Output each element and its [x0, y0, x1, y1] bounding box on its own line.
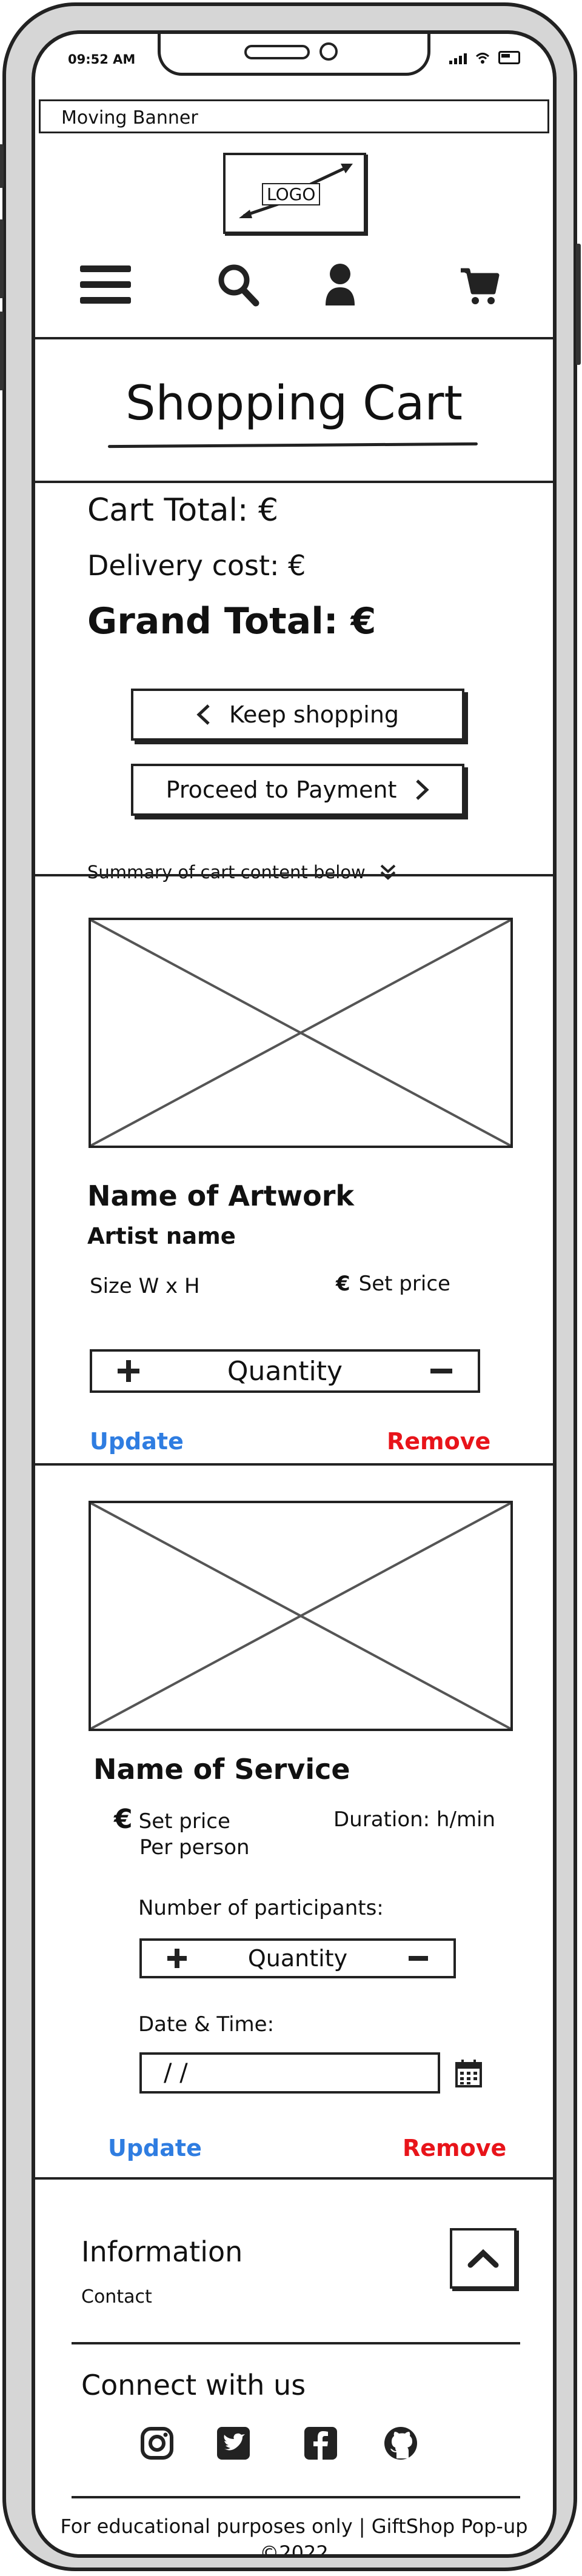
image-placeholder-icon: [90, 919, 511, 1147]
keep-shopping-button[interactable]: Keep shopping: [131, 689, 464, 741]
summary-text: Summary of cart content below: [87, 862, 366, 883]
service-remove-link[interactable]: Remove: [403, 2135, 506, 2161]
title-underline: [107, 442, 478, 449]
cart-summary-hint: Summary of cart content below: [87, 862, 397, 883]
plus-icon[interactable]: [166, 1947, 188, 1969]
plus-icon[interactable]: [116, 1359, 141, 1383]
date-time-input[interactable]: / /: [139, 2052, 440, 2094]
phone-notch: [158, 34, 430, 76]
hamburger-menu-icon[interactable]: [79, 262, 133, 308]
footer-rule-bottom: [72, 2496, 520, 2498]
logo-text: LOGO: [262, 183, 321, 205]
double-chevron-down-icon: [380, 864, 396, 880]
title-divider: [35, 481, 553, 483]
participants-quantity-stepper: Quantity: [139, 1938, 456, 1978]
artwork-quantity-stepper: Quantity: [90, 1349, 480, 1393]
euro-icon: €: [114, 1804, 133, 1835]
artwork-remove-link[interactable]: Remove: [387, 1428, 490, 1455]
artwork-price: € Set price: [336, 1272, 450, 1296]
copyright: ©2022: [259, 2541, 329, 2558]
front-camera: [319, 42, 338, 61]
minus-icon[interactable]: [429, 1359, 453, 1383]
user-icon[interactable]: [324, 262, 356, 308]
footer-divider: [35, 2177, 553, 2180]
phone-power-button: [576, 244, 581, 365]
artwork-update-link[interactable]: Update: [90, 1428, 184, 1455]
service-update-link[interactable]: Update: [108, 2135, 202, 2161]
footer-information-title: Information: [81, 2235, 243, 2268]
phone-volume-down-button: [0, 312, 4, 390]
calendar-icon[interactable]: [455, 2058, 483, 2089]
moving-banner: Moving Banner: [39, 99, 549, 133]
shopping-cart-icon[interactable]: [460, 262, 500, 308]
service-image-placeholder: [89, 1501, 513, 1731]
item-divider: [35, 1463, 553, 1466]
github-icon[interactable]: [383, 2426, 418, 2461]
wifi-icon: [475, 53, 490, 64]
cart-total: Cart Total: €: [87, 492, 279, 529]
artist-name: Artist name: [87, 1223, 236, 1249]
artwork-size: Size W x H: [90, 1274, 200, 1298]
delivery-cost: Delivery cost: €: [87, 549, 306, 582]
artwork-quantity-label[interactable]: Quantity: [227, 1356, 343, 1387]
proceed-to-payment-button[interactable]: Proceed to Payment: [131, 764, 464, 816]
service-name: Name of Service: [93, 1753, 350, 1786]
search-icon[interactable]: [217, 262, 259, 308]
phone-screen: 09:52 AM Moving Banner LOGO Shopping Car…: [32, 30, 557, 2558]
header-divider: [35, 337, 553, 339]
keep-shopping-label: Keep shopping: [229, 701, 400, 728]
per-person-label: Per person: [139, 1835, 250, 1860]
footer-contact-link[interactable]: Contact: [81, 2286, 152, 2307]
twitter-icon[interactable]: [216, 2426, 251, 2461]
speaker: [244, 45, 310, 59]
euro-icon: €: [336, 1272, 350, 1296]
date-time-value: / /: [164, 2059, 188, 2087]
footer-connect-title: Connect with us: [81, 2369, 306, 2401]
status-time: 09:52 AM: [68, 52, 136, 67]
instagram-icon[interactable]: [139, 2426, 175, 2461]
participants-quantity-label[interactable]: Quantity: [248, 1945, 347, 1972]
battery-icon: [498, 51, 520, 64]
legal-line-1: For educational purposes only | GiftShop…: [60, 2515, 528, 2538]
logo[interactable]: LOGO: [223, 153, 366, 234]
signal-icon: [449, 53, 467, 64]
legal-notice: For educational purposes only | GiftShop…: [35, 2513, 553, 2558]
service-price: € Set price: [114, 1804, 230, 1835]
summary-divider: [35, 874, 553, 876]
phone-side-button: [0, 144, 4, 188]
phone-frame: 09:52 AM Moving Banner LOGO Shopping Car…: [0, 2, 581, 2571]
footer-rule: [72, 2342, 520, 2344]
image-placeholder-icon: [90, 1502, 511, 1730]
facebook-icon[interactable]: [303, 2426, 338, 2461]
artwork-name: Name of Artwork: [87, 1180, 354, 1212]
main-nav: [72, 262, 532, 316]
date-time-label: Date & Time:: [138, 2012, 275, 2037]
artwork-price-text: Set price: [358, 1272, 450, 1296]
page-title: Shopping Cart: [125, 376, 463, 431]
banner-text: Moving Banner: [61, 107, 198, 128]
status-icons: [449, 51, 520, 64]
minus-icon[interactable]: [407, 1947, 429, 1969]
chevron-up-icon: [467, 2249, 499, 2268]
proceed-label: Proceed to Payment: [166, 776, 397, 803]
participants-label: Number of participants:: [138, 1896, 384, 1920]
service-price-text: Set price: [138, 1809, 230, 1834]
phone-volume-up-button: [0, 219, 4, 298]
chevron-left-icon: [196, 704, 210, 725]
service-duration: Duration: h/min: [333, 1807, 496, 1832]
back-to-top-button[interactable]: [450, 2228, 517, 2289]
grand-total: Grand Total: €: [87, 600, 376, 642]
artwork-image-placeholder: [89, 918, 513, 1148]
chevron-right-icon: [416, 779, 430, 800]
